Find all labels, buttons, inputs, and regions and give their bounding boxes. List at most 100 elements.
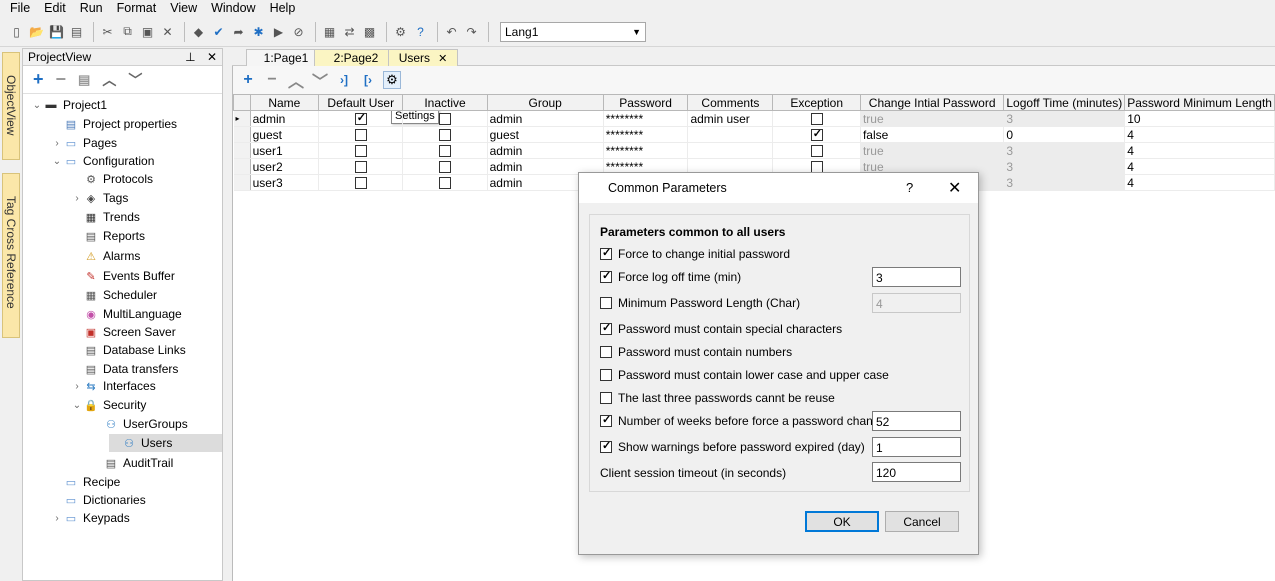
- column-header[interactable]: Password: [602, 94, 689, 111]
- logoff-cell[interactable]: 3: [1003, 110, 1126, 127]
- check-icon[interactable]: ✔: [210, 23, 227, 40]
- option-row[interactable]: Minimum Password Length (Char): [600, 296, 800, 310]
- change-cell[interactable]: true: [860, 110, 1005, 127]
- cut-icon[interactable]: ✂: [99, 23, 116, 40]
- move-down-icon[interactable]: ﹀: [311, 68, 329, 92]
- tree-item[interactable]: › ◈ Tags: [71, 189, 128, 207]
- help-icon[interactable]: ?: [412, 23, 429, 40]
- option-row[interactable]: Password must contain numbers: [600, 345, 792, 359]
- save-icon[interactable]: 💾: [48, 23, 65, 40]
- group-cell[interactable]: guest: [487, 126, 604, 143]
- column-header[interactable]: Change Intial Password: [859, 94, 1005, 111]
- change-cell[interactable]: true: [860, 142, 1005, 159]
- tree-item[interactable]: ▤ Project properties: [51, 115, 177, 133]
- open-icon[interactable]: 📂: [28, 23, 45, 40]
- logoff-cell[interactable]: 3: [1003, 174, 1126, 191]
- tree-item[interactable]: ⌄ 🔒 Security: [71, 396, 147, 414]
- option-checkbox[interactable]: [600, 321, 612, 335]
- logoff-cell[interactable]: 3: [1003, 158, 1126, 175]
- session-timeout-input[interactable]: 120: [872, 462, 961, 482]
- option-row[interactable]: Password must contain special characters: [600, 321, 842, 336]
- expand-toggle-icon[interactable]: ›: [51, 138, 63, 149]
- menu-view[interactable]: View: [170, 1, 197, 15]
- move-up-icon[interactable]: ︿: [287, 68, 305, 92]
- option-value-input[interactable]: 3: [872, 267, 961, 287]
- inactive-checkbox-cell[interactable]: [402, 110, 488, 127]
- expand-toggle-icon[interactable]: ›: [51, 513, 63, 524]
- comments-cell[interactable]: admin user: [687, 110, 774, 127]
- paste-icon[interactable]: ▣: [139, 23, 156, 40]
- expand-toggle-icon[interactable]: ⌄: [51, 156, 63, 167]
- tree-item[interactable]: › ▭ Keypads: [51, 509, 129, 527]
- option-row[interactable]: Force to change initial password: [600, 246, 790, 261]
- inactive-checkbox-cell[interactable]: [402, 158, 488, 175]
- option-checkbox[interactable]: [600, 439, 612, 453]
- move-up-icon[interactable]: ︿: [102, 70, 116, 90]
- table-row[interactable]: user1 admin ******** true 3 4: [233, 142, 1275, 159]
- transfer-icon[interactable]: ⇄: [341, 23, 358, 40]
- comments-cell[interactable]: [687, 142, 774, 159]
- settings-icon[interactable]: ⚙: [392, 23, 409, 40]
- save-all-icon[interactable]: ▤: [68, 23, 85, 40]
- minlen-cell[interactable]: 4: [1124, 126, 1275, 143]
- menu-window[interactable]: Window: [211, 1, 255, 15]
- row-header[interactable]: [233, 142, 251, 159]
- option-value-input[interactable]: 1: [872, 437, 961, 457]
- remove-icon[interactable]: −: [56, 69, 67, 90]
- close-icon[interactable]: ✕: [207, 50, 217, 64]
- password-cell[interactable]: ********: [603, 142, 689, 159]
- inactive-checkbox-cell[interactable]: [402, 142, 488, 159]
- tree-item[interactable]: ▣ Screen Saver: [71, 323, 176, 341]
- option-row[interactable]: Show warnings before password expired (d…: [600, 439, 865, 454]
- option-row[interactable]: Force log off time (min): [600, 269, 741, 284]
- name-cell[interactable]: guest: [250, 126, 320, 143]
- checkbox[interactable]: [354, 129, 367, 142]
- tree-item[interactable]: ▦ Trends: [71, 208, 140, 226]
- stop-icon[interactable]: ⊘: [290, 23, 307, 40]
- default-checkbox-cell[interactable]: [318, 142, 404, 159]
- checkbox[interactable]: [810, 127, 823, 142]
- collapse-icon[interactable]: [›: [359, 73, 377, 87]
- expand-icon[interactable]: ›]: [335, 73, 353, 87]
- default-checkbox-cell[interactable]: [318, 158, 404, 175]
- column-header[interactable]: Logoff Time (minutes): [1003, 94, 1126, 111]
- tree-item[interactable]: ⚙ Protocols: [71, 170, 153, 188]
- tree-item[interactable]: ⚠ Alarms: [71, 247, 140, 265]
- default-checkbox-cell[interactable]: [318, 126, 404, 143]
- undo-icon[interactable]: ↶: [443, 23, 460, 40]
- tree-item[interactable]: › ▭ Pages: [51, 134, 117, 152]
- emulator-icon[interactable]: ▦: [321, 23, 338, 40]
- password-cell[interactable]: ********: [603, 110, 689, 127]
- option-checkbox[interactable]: [600, 346, 612, 358]
- comments-cell[interactable]: [687, 126, 774, 143]
- checkbox[interactable]: [439, 177, 452, 190]
- option-row[interactable]: Number of weeks before force a password …: [600, 413, 886, 428]
- table-row[interactable]: guestguest********false04: [233, 126, 1275, 143]
- tree-item[interactable]: ⚇ UserGroups: [91, 415, 188, 433]
- menu-file[interactable]: File: [10, 1, 30, 15]
- menu-help[interactable]: Help: [270, 1, 296, 15]
- ok-button[interactable]: OK: [805, 511, 879, 532]
- table-row[interactable]: ▸adminadmin********admin usertrue310: [233, 110, 1275, 127]
- redo-icon[interactable]: ↷: [463, 23, 480, 40]
- tree-item[interactable]: ▤ Reports: [71, 227, 145, 245]
- password-cell[interactable]: ********: [603, 126, 689, 143]
- tree-item[interactable]: ▭ Recipe: [51, 473, 121, 491]
- minlen-cell[interactable]: 10: [1124, 110, 1275, 127]
- layout-icon[interactable]: ▩: [361, 23, 378, 40]
- checkbox[interactable]: [810, 113, 823, 126]
- checkbox[interactable]: [354, 177, 367, 190]
- minlen-cell[interactable]: 4: [1124, 142, 1275, 159]
- column-header[interactable]: Group: [486, 94, 604, 111]
- name-cell[interactable]: user2: [250, 158, 320, 175]
- checkbox[interactable]: [439, 145, 452, 158]
- checkbox[interactable]: [354, 111, 367, 126]
- column-header[interactable]: Comments: [687, 94, 774, 111]
- copy-icon[interactable]: ⧉: [119, 23, 136, 40]
- tree-item[interactable]: ⚇ Users: [109, 434, 222, 452]
- add-user-icon[interactable]: +: [239, 71, 257, 89]
- option-row[interactable]: The last three passwords cannt be reuse: [600, 391, 835, 405]
- help-icon[interactable]: ?: [906, 180, 913, 195]
- checkbox[interactable]: [439, 161, 452, 174]
- remove-user-icon[interactable]: −: [263, 71, 281, 89]
